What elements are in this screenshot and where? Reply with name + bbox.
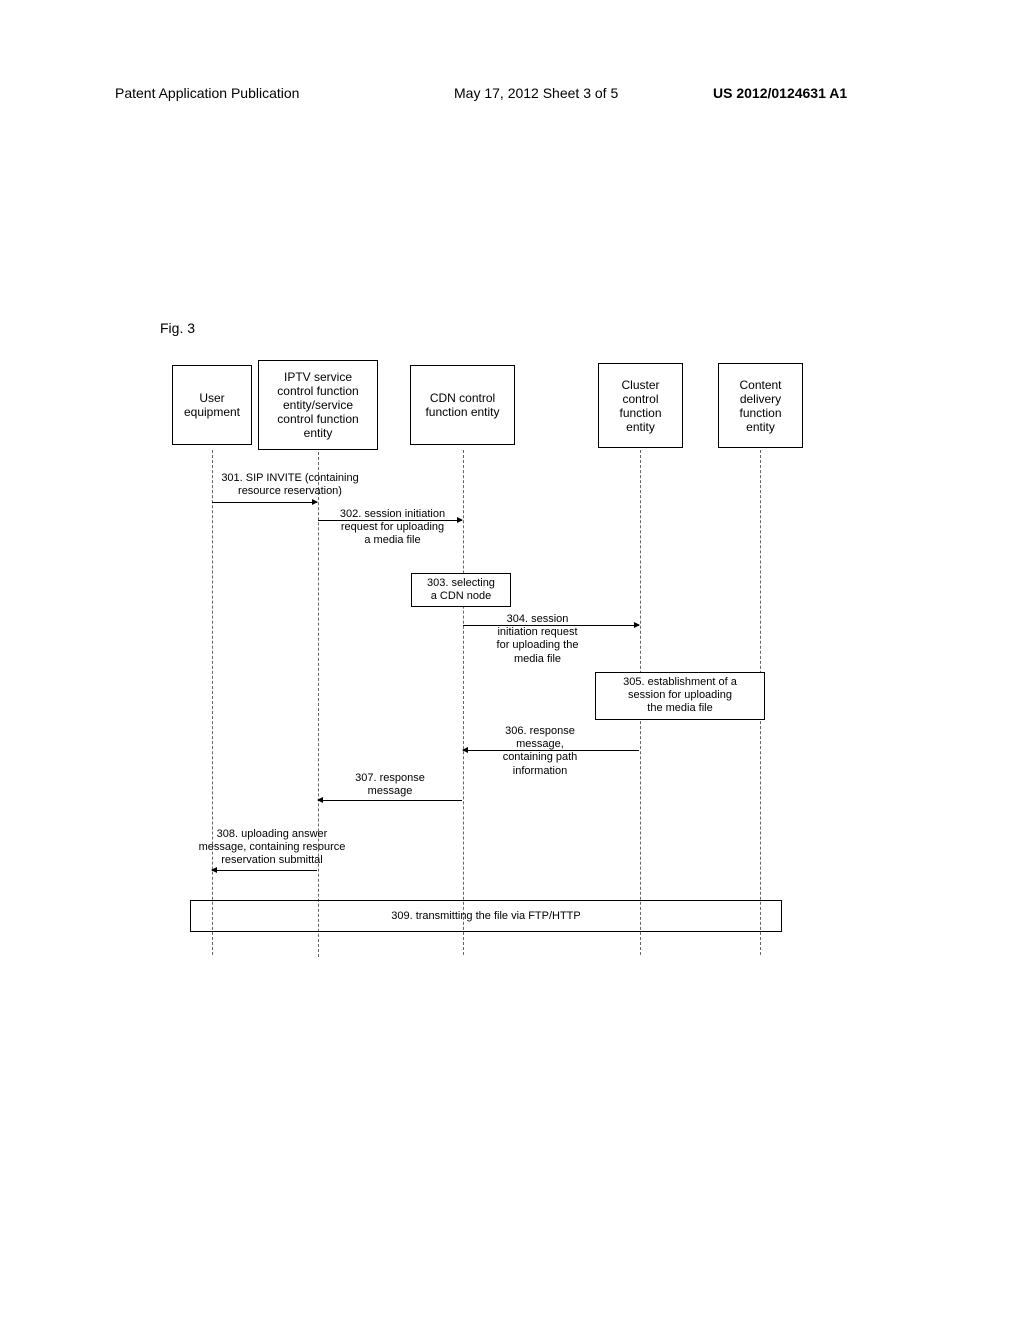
msg-303-note: 303. selecting a CDN node (411, 573, 511, 607)
msg-306-arrow (463, 750, 639, 751)
msg-308-label: 308. uploading answer message, containin… (172, 828, 372, 868)
msg-309-frame: 309. transmitting the file via FTP/HTTP (190, 900, 782, 932)
msg-308-arrow (212, 870, 317, 871)
entity-cluster-control: Cluster control function entity (598, 363, 683, 448)
msg-307-label: 307. response message (335, 772, 445, 798)
msg-305-note: 305. establishment of a session for uplo… (595, 672, 765, 720)
lifeline-ue (212, 450, 214, 955)
header-right: US 2012/0124631 A1 (713, 85, 847, 101)
msg-302-label: 302. session initiation request for uplo… (320, 508, 465, 548)
msg-307-arrow (318, 800, 462, 801)
entity-iptv-service: IPTV service control function entity/ser… (258, 360, 378, 450)
msg-306-label: 306. response message, containing path i… (480, 725, 600, 778)
entity-user-equipment: User equipment (172, 365, 252, 445)
entity-content-delivery: Content delivery function entity (718, 363, 803, 448)
header-center: May 17, 2012 Sheet 3 of 5 (454, 85, 618, 101)
msg-302-arrow (318, 520, 462, 521)
msg-301-arrow (212, 502, 317, 503)
msg-301-label: 301. SIP INVITE (containing resource res… (200, 472, 380, 498)
msg-304-label: 304. session initiation request for uplo… (475, 613, 600, 666)
figure-label: Fig. 3 (160, 320, 195, 336)
entity-cdn-control: CDN control function entity (410, 365, 515, 445)
msg-309-label: 309. transmitting the file via FTP/HTTP (191, 910, 781, 922)
msg-304-arrow (463, 625, 639, 626)
header-left: Patent Application Publication (115, 85, 299, 101)
patent-diagram-page: Patent Application Publication May 17, 2… (0, 0, 1024, 1320)
